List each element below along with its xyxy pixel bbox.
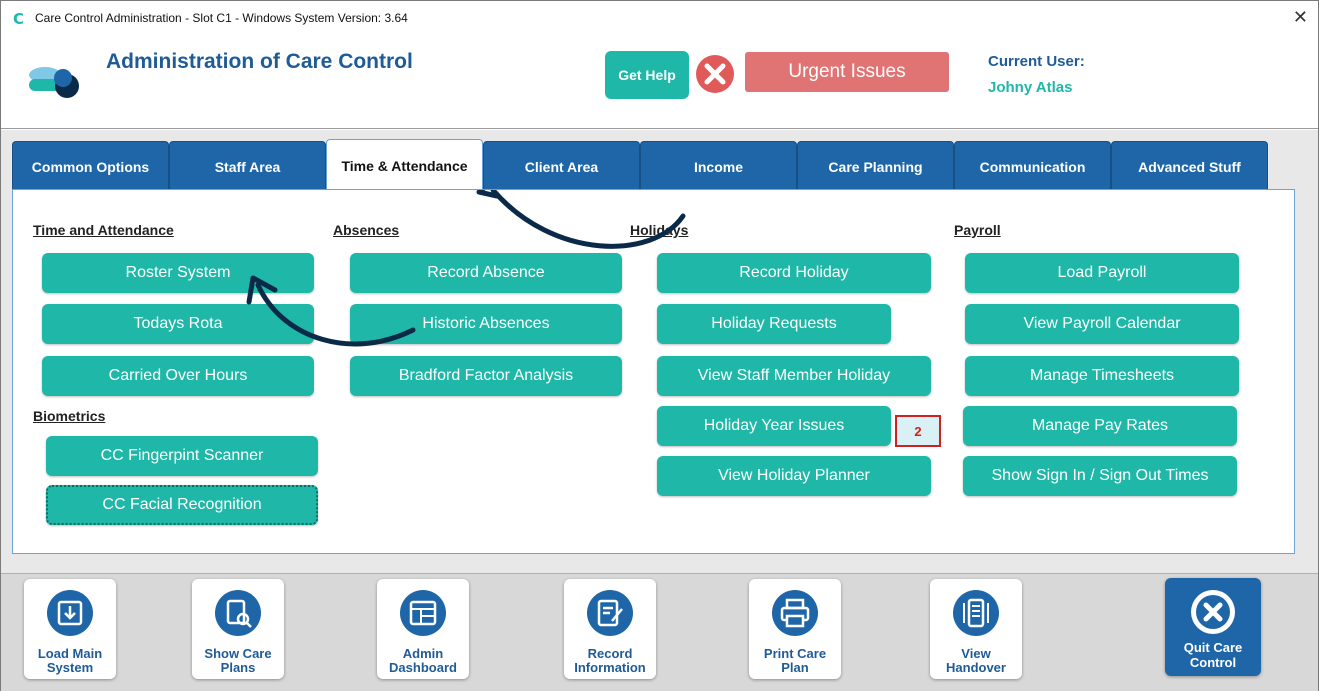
admin-dashboard-button[interactable]: Admin Dashboard: [377, 579, 469, 679]
bradford-factor-button[interactable]: Bradford Factor Analysis: [350, 356, 622, 396]
bottom-toolbar: Load Main System Show Care Plans Admin D…: [1, 573, 1318, 691]
handover-list-icon: [953, 590, 999, 636]
view-handover-label: View Handover: [946, 646, 1006, 675]
close-window-button[interactable]: ✕: [1293, 7, 1308, 28]
tab-bar: Common Options Staff Area Time & Attenda…: [12, 139, 1268, 191]
tab-panel: Time and Attendance Roster System Todays…: [12, 189, 1295, 554]
record-information-button[interactable]: Record Information: [564, 579, 656, 679]
app-window: C Care Control Administration - Slot C1 …: [0, 0, 1319, 691]
tab-time-attendance[interactable]: Time & Attendance: [326, 139, 483, 191]
show-care-plans-label: Show Care Plans: [204, 646, 272, 675]
tab-income[interactable]: Income: [640, 141, 797, 191]
todays-rota-button[interactable]: Todays Rota: [42, 304, 314, 344]
record-holiday-button[interactable]: Record Holiday: [657, 253, 931, 293]
window-title: Care Control Administration - Slot C1 - …: [35, 11, 408, 25]
quit-care-control-label: Quit Care Control: [1183, 640, 1243, 670]
show-care-plans-button[interactable]: Show Care Plans: [192, 579, 284, 679]
facial-recognition-button[interactable]: CC Facial Recognition: [46, 485, 318, 525]
view-holiday-planner-button[interactable]: View Holiday Planner: [657, 456, 931, 496]
section-time-attendance: Time and Attendance: [33, 222, 174, 238]
record-information-label: Record Information: [574, 646, 646, 675]
manage-timesheets-button[interactable]: Manage Timesheets: [965, 356, 1239, 396]
section-holidays: Holidays: [630, 222, 689, 238]
title-bar: C Care Control Administration - Slot C1 …: [1, 1, 1318, 37]
view-payroll-calendar-button[interactable]: View Payroll Calendar: [965, 304, 1239, 344]
current-user-label: Current User:: [988, 53, 1085, 70]
print-care-plan-label: Print Care Plan: [763, 646, 827, 675]
tab-staff-area[interactable]: Staff Area: [169, 141, 326, 191]
manage-pay-rates-button[interactable]: Manage Pay Rates: [963, 406, 1237, 446]
fingerprint-scanner-button[interactable]: CC Fingerpint Scanner: [46, 436, 318, 476]
download-box-icon: [47, 590, 93, 636]
section-payroll: Payroll: [954, 222, 1001, 238]
view-handover-button[interactable]: View Handover: [930, 579, 1022, 679]
quit-care-control-button[interactable]: Quit Care Control: [1165, 578, 1261, 676]
load-main-system-button[interactable]: Load Main System: [24, 579, 116, 679]
record-absence-button[interactable]: Record Absence: [350, 253, 622, 293]
roster-system-button[interactable]: Roster System: [42, 253, 314, 293]
close-circle-icon[interactable]: [695, 54, 735, 94]
view-staff-holiday-button[interactable]: View Staff Member Holiday: [657, 356, 931, 396]
dashboard-icon: [400, 590, 446, 636]
tab-client-area[interactable]: Client Area: [483, 141, 640, 191]
care-control-logo-icon: [29, 67, 79, 98]
app-icon: C: [13, 10, 25, 28]
get-help-button[interactable]: Get Help: [605, 51, 689, 99]
load-main-system-label: Load Main System: [37, 646, 103, 675]
printer-icon: [772, 590, 818, 636]
section-absences: Absences: [333, 222, 400, 238]
urgent-issues-button[interactable]: Urgent Issues: [745, 52, 949, 92]
load-payroll-button[interactable]: Load Payroll: [965, 253, 1239, 293]
tab-care-planning[interactable]: Care Planning: [797, 141, 954, 191]
print-care-plan-button[interactable]: Print Care Plan: [749, 579, 841, 679]
tab-common-options[interactable]: Common Options: [12, 141, 169, 191]
holiday-requests-button[interactable]: Holiday Requests: [657, 304, 891, 344]
sign-in-out-times-button[interactable]: Show Sign In / Sign Out Times: [963, 456, 1237, 496]
tab-advanced-stuff[interactable]: Advanced Stuff: [1111, 141, 1268, 191]
edit-document-icon: [587, 590, 633, 636]
close-circle-icon: [1191, 590, 1235, 634]
carried-over-hours-button[interactable]: Carried Over Hours: [42, 356, 314, 396]
current-user-name: Johny Atlas: [988, 79, 1073, 96]
header: Administration of Care Control Get Help …: [1, 37, 1318, 129]
main-area: Common Options Staff Area Time & Attenda…: [1, 130, 1318, 573]
holiday-year-issues-button[interactable]: Holiday Year Issues: [657, 406, 891, 446]
historic-absences-button[interactable]: Historic Absences: [350, 304, 622, 344]
admin-dashboard-label: Admin Dashboard: [389, 646, 457, 675]
document-search-icon: [215, 590, 261, 636]
section-biometrics: Biometrics: [33, 408, 106, 424]
app-title: Administration of Care Control: [106, 50, 413, 73]
holiday-issues-count-badge: 2: [895, 415, 941, 447]
tab-communication[interactable]: Communication: [954, 141, 1111, 191]
